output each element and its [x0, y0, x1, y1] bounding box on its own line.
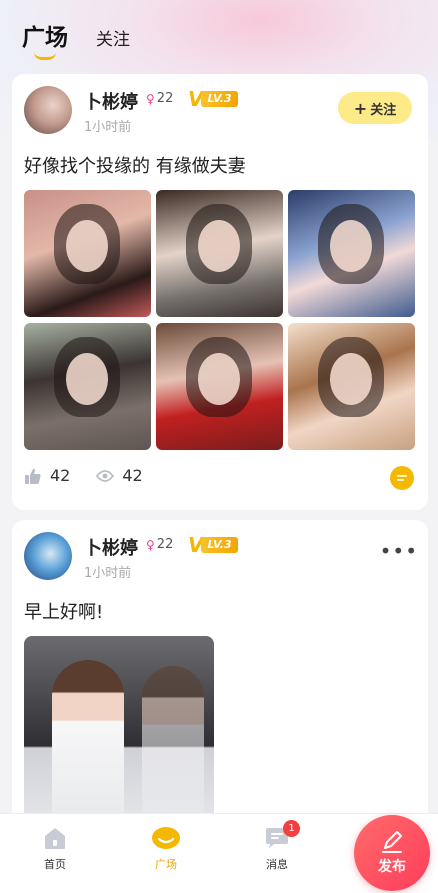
nav-messages-label: 消息 [266, 858, 288, 871]
top-tabs: 广场 关注 [22, 18, 130, 60]
home-icon [45, 828, 65, 849]
post-card[interactable]: 卜彬婷 ♀ 22 V LV.3 1小时前 ••• 早上好啊! [12, 520, 428, 840]
avatar[interactable] [24, 532, 72, 580]
age-value: 22 [156, 91, 174, 106]
post-photo[interactable] [288, 323, 415, 450]
level-label: LV.3 [201, 91, 238, 107]
nav-home-label: 首页 [44, 858, 66, 871]
comment-icon[interactable] [390, 466, 414, 490]
tab-square[interactable]: 广场 [22, 18, 68, 60]
post-stats: 42 42 [24, 466, 143, 485]
follow-button[interactable]: + 关注 [338, 92, 412, 124]
post-card[interactable]: 卜彬婷 ♀ 22 V LV.3 1小时前 + 关注 好像找个投缘的 有缘做夫妻 … [12, 74, 428, 510]
tab-square-label: 广场 [22, 25, 68, 51]
post-text: 早上好啊! [24, 602, 104, 623]
female-icon: ♀ [146, 91, 155, 106]
vip-level-badge: V LV.3 [188, 535, 238, 555]
level-label: LV.3 [201, 537, 238, 553]
age-badge: ♀ 22 [146, 91, 173, 106]
photo-grid [24, 190, 416, 450]
view-stat: 42 [96, 466, 143, 485]
eye-icon [96, 469, 115, 482]
female-icon: ♀ [146, 537, 155, 552]
age-badge: ♀ 22 [146, 537, 173, 552]
post-photo[interactable] [156, 323, 283, 450]
nav-messages[interactable]: 1 消息 [247, 820, 307, 872]
post-photo[interactable] [288, 190, 415, 317]
view-count: 42 [122, 466, 143, 485]
square-icon [152, 827, 180, 849]
plus-icon: + [353, 98, 368, 118]
post-text: 好像找个投缘的 有缘做夫妻 [24, 156, 246, 177]
post-photo[interactable] [24, 323, 151, 450]
more-options-icon[interactable]: ••• [380, 541, 418, 561]
like-count: 42 [50, 466, 71, 485]
post-photo[interactable] [24, 190, 151, 317]
nav-home[interactable]: 首页 [25, 826, 85, 872]
user-name[interactable]: 卜彬婷 [84, 88, 138, 114]
thumbs-up-icon [25, 468, 41, 484]
pen-icon [382, 831, 402, 853]
publish-label: 发布 [378, 859, 406, 875]
post-time: 1小时前 [84, 120, 132, 135]
post-time: 1小时前 [84, 566, 132, 581]
avatar[interactable] [24, 86, 72, 134]
follow-label: 关注 [370, 102, 397, 118]
nav-square-label: 广场 [155, 858, 177, 871]
post-photo[interactable] [156, 190, 283, 317]
vip-level-badge: V LV.3 [188, 89, 238, 109]
like-stat[interactable]: 42 [24, 466, 70, 485]
age-value: 22 [156, 537, 174, 552]
user-name[interactable]: 卜彬婷 [84, 534, 138, 560]
post-photo[interactable] [24, 636, 214, 836]
publish-button[interactable]: 发布 [354, 815, 430, 891]
nav-square[interactable]: 广场 [136, 826, 196, 872]
message-count-badge: 1 [283, 820, 300, 837]
tab-following[interactable]: 关注 [96, 25, 130, 52]
